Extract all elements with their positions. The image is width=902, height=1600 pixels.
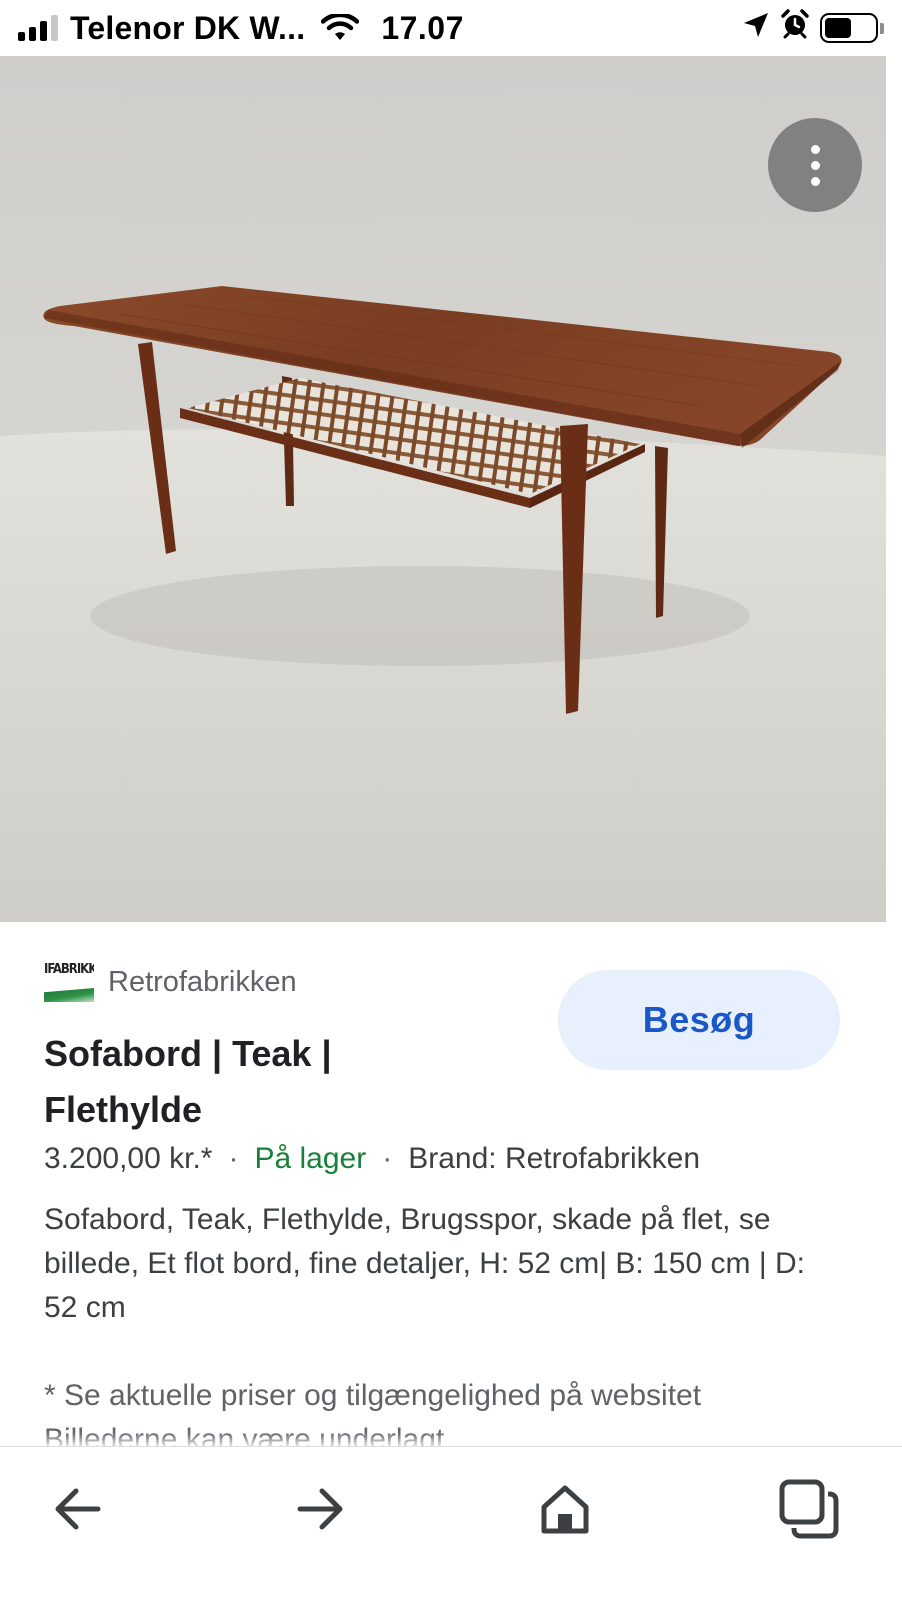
product-meta-row: 3.200,00 kr.* · På lager · Brand: Retrof… [44, 1142, 700, 1176]
meta-separator: · [382, 1142, 393, 1175]
product-description: Sofabord, Teak, Flethylde, Brugsspor, sk… [44, 1203, 805, 1324]
more-vertical-icon [810, 144, 820, 154]
merchant-logo-text: IFABRIKKI [44, 962, 94, 977]
product-image[interactable] [0, 56, 886, 922]
cellular-signal-icon [18, 15, 58, 41]
carrier-name: Telenor DK W... [70, 9, 306, 46]
battery-icon [820, 13, 884, 43]
product-brand: Brand: Retrofabrikken [408, 1142, 701, 1175]
visit-button[interactable]: Besøg [558, 970, 840, 1070]
status-bar: Telenor DK W... 17.07 [0, 0, 902, 56]
stock-status: På lager [254, 1142, 367, 1175]
forward-arrow-icon [297, 1488, 343, 1530]
bottom-toolbar [0, 1446, 902, 1600]
alarm-clock-icon [780, 9, 810, 47]
back-button[interactable] [42, 1477, 112, 1541]
merchant-logo: IFABRIKKI [44, 962, 94, 1002]
status-right-icons [742, 9, 884, 47]
product-details-card: IFABRIKKI Retrofabrikken Besøg Sofabord … [0, 922, 902, 1456]
forward-button[interactable] [286, 1477, 356, 1541]
coffee-table-photo [0, 56, 886, 922]
tabs-icon [779, 1479, 839, 1539]
tabs-button[interactable] [774, 1477, 844, 1541]
clock-time: 17.07 [381, 9, 464, 46]
battery-level [825, 18, 852, 38]
product-title[interactable]: Sofabord | Teak | Flethylde [44, 1026, 484, 1138]
screen: Telenor DK W... 17.07 IFABRIKK Retrofabr… [0, 0, 902, 1600]
more-options-button[interactable] [768, 118, 862, 212]
merchant-name[interactable]: Retrofabrikken [108, 966, 297, 999]
home-icon [541, 1485, 589, 1534]
product-price: 3.200,00 kr.* [44, 1142, 213, 1175]
meta-separator: · [228, 1142, 239, 1175]
home-button[interactable] [530, 1477, 600, 1541]
merchant-row[interactable]: IFABRIKKI Retrofabrikken [44, 962, 297, 1002]
back-arrow-icon [55, 1488, 101, 1530]
location-arrow-icon [742, 10, 770, 47]
wifi-icon [321, 14, 360, 42]
